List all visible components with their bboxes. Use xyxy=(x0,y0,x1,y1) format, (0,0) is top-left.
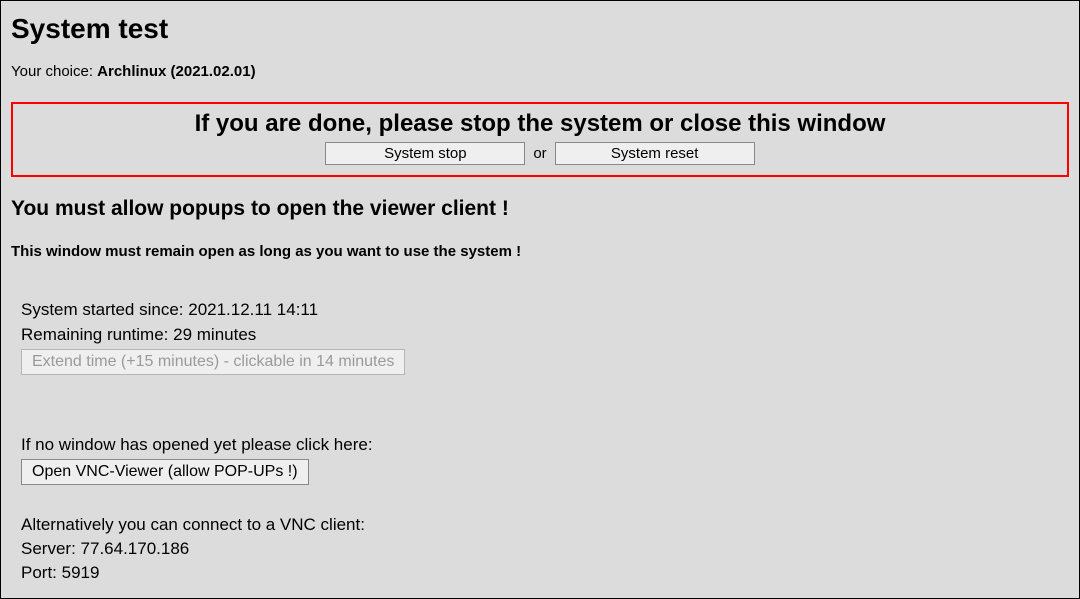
choice-line: Your choice: Archlinux (2021.02.01) xyxy=(11,63,1069,80)
system-stop-button[interactable]: System stop xyxy=(325,142,525,165)
done-headline: If you are done, please stop the system … xyxy=(21,110,1059,138)
done-box: If you are done, please stop the system … xyxy=(11,102,1069,177)
connection-alt-text: Alternatively you can connect to a VNC c… xyxy=(21,513,1069,537)
started-line: System started since: 2021.12.11 14:11 xyxy=(21,298,1069,323)
started-label: System started since: xyxy=(21,300,188,319)
popup-warning-heading: You must allow popups to open the viewer… xyxy=(11,197,1069,221)
port-label: Port: xyxy=(21,563,62,582)
server-label: Server: xyxy=(21,539,81,558)
port-line: Port: 5919 xyxy=(21,561,1069,585)
remaining-value: 29 minutes xyxy=(173,325,256,344)
or-separator: or xyxy=(533,145,546,162)
extend-time-button: Extend time (+15 minutes) - clickable in… xyxy=(21,349,405,375)
vnc-hint: If no window has opened yet please click… xyxy=(21,435,1069,455)
connection-block: Alternatively you can connect to a VNC c… xyxy=(21,513,1069,584)
started-value: 2021.12.11 14:11 xyxy=(188,300,318,319)
status-block: System started since: 2021.12.11 14:11 R… xyxy=(21,298,1069,375)
server-line: Server: 77.64.170.186 xyxy=(21,537,1069,561)
page-title: System test xyxy=(11,13,1069,45)
server-value: 77.64.170.186 xyxy=(81,539,190,558)
choice-value: Archlinux (2021.02.01) xyxy=(97,63,255,80)
remaining-label: Remaining runtime: xyxy=(21,325,173,344)
done-button-row: System stop or System reset xyxy=(21,142,1059,165)
open-vnc-viewer-button[interactable]: Open VNC-Viewer (allow POP-UPs !) xyxy=(21,459,309,485)
remain-open-notice: This window must remain open as long as … xyxy=(11,243,1069,260)
remaining-line: Remaining runtime: 29 minutes xyxy=(21,323,1069,348)
port-value: 5919 xyxy=(62,563,100,582)
choice-label: Your choice: xyxy=(11,63,97,80)
system-reset-button[interactable]: System reset xyxy=(555,142,755,165)
